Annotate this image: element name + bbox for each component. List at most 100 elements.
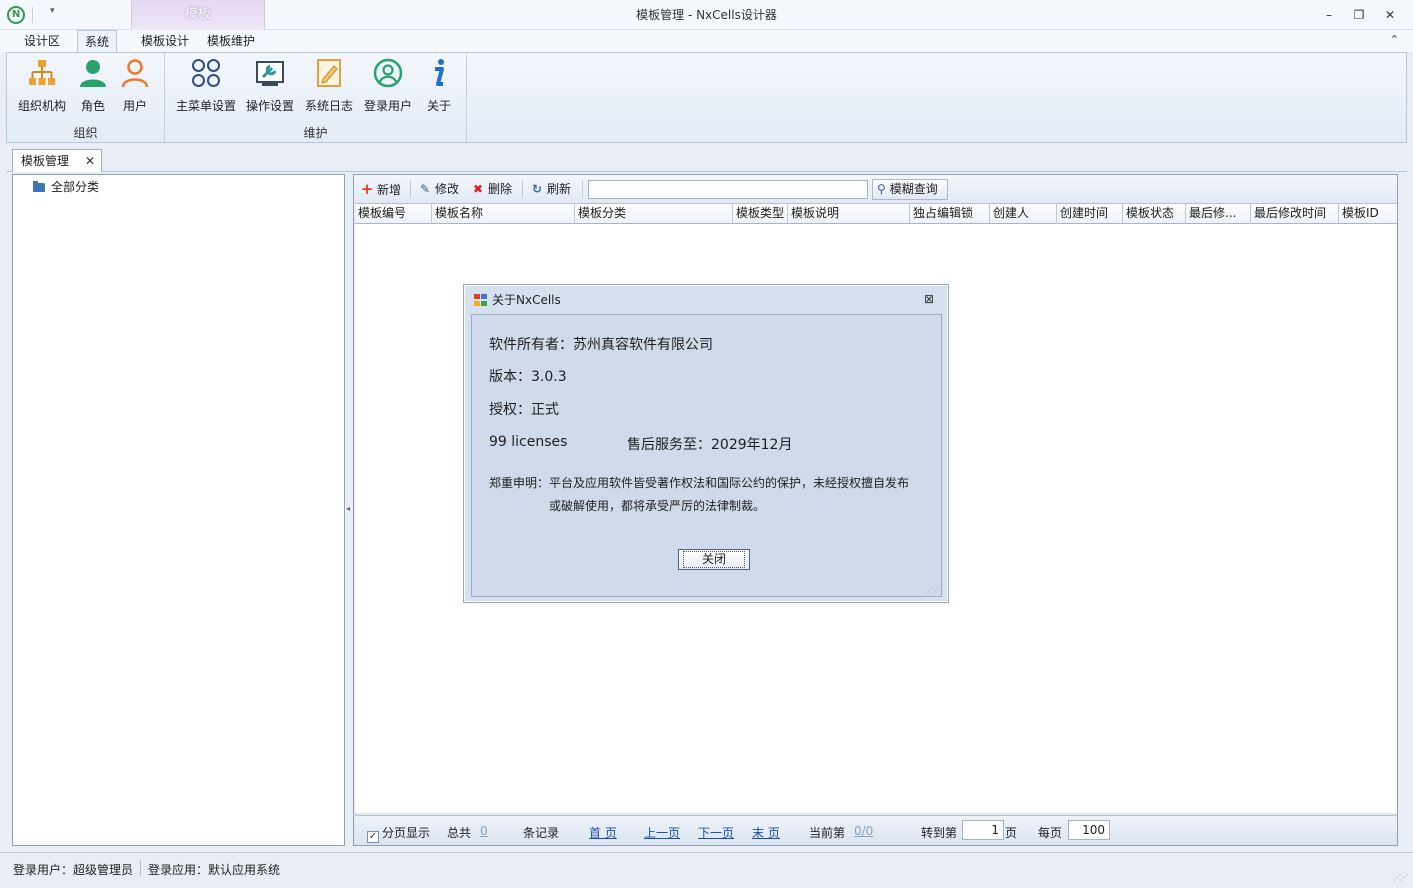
fuzzy-search-label: 模糊查询 (889, 182, 938, 196)
per-page-input[interactable]: 100 (1068, 820, 1110, 840)
last-page-link[interactable]: 末 页 (752, 824, 780, 841)
owner-text: 软件所有者：苏州真容软件有限公司 (489, 337, 713, 353)
about-dialog: 关于NxCells ⊠ 软件所有者：苏州真容软件有限公司 版本：3.0.3 授权… (463, 284, 949, 603)
delete-x-icon: ✖ (472, 182, 484, 196)
current-page-value: 0/0 (854, 824, 874, 838)
ribbon-button-label: 登录用户 (363, 99, 412, 113)
column-header[interactable]: 模板分类 (575, 204, 733, 224)
org-structure-button[interactable]: 组织机构 (13, 57, 71, 113)
restore-button[interactable]: ❐ (1348, 5, 1370, 25)
logged-in-users-button[interactable]: 登录用户 (362, 57, 414, 113)
paging-label: 分页显示 (382, 826, 431, 840)
toolbar-separator (522, 180, 523, 198)
doc-tab-template-management[interactable]: 模板管理 ✕ (12, 149, 102, 172)
column-header[interactable]: 模板名称 (432, 204, 575, 224)
system-log-icon (317, 59, 341, 87)
window-title: 模板管理 - NxCells设计器 (636, 8, 777, 22)
plus-icon: + (360, 180, 374, 198)
status-app: 登录应用：默认应用系统 (148, 863, 281, 877)
page-suffix: 页 (1005, 826, 1018, 840)
role-button[interactable]: 角色 (75, 57, 111, 113)
column-header[interactable]: 创建时间 (1057, 204, 1123, 224)
delete-label: 删除 (488, 182, 513, 196)
license-type-text: 授权：正式 (489, 402, 559, 418)
ribbon-tab-bar: 设计区 系统 模板设计 模板维护 ⌃ (0, 30, 1413, 53)
next-page-link[interactable]: 下一页 (698, 824, 734, 841)
search-input[interactable] (588, 180, 868, 199)
dialog-resize-grip-icon[interactable]: ⋰⋰ (925, 587, 939, 595)
ribbon-button-label: 组织机构 (17, 99, 66, 113)
ribbon-group-label: 组织 (73, 126, 98, 140)
edit-button[interactable]: ✎ 修改 (418, 180, 459, 198)
column-header[interactable]: 最后修... (1186, 204, 1251, 224)
splitter-arrow-icon[interactable]: ◂ (346, 504, 350, 513)
close-window-button[interactable]: ✕ (1379, 5, 1401, 25)
status-bar: 登录用户：超级管理员 登录应用：默认应用系统 ⋰⋰ (0, 852, 1413, 888)
main-menu-settings-button[interactable]: 主菜单设置 (173, 57, 239, 113)
tab-template-maintenance[interactable]: 模板维护 (200, 30, 262, 52)
pencil-icon: ✎ (419, 182, 431, 196)
column-header[interactable]: 创建人 (990, 204, 1057, 224)
tree-node-all-categories[interactable]: 全部分类 (33, 179, 99, 195)
close-button[interactable]: 关闭 (678, 549, 750, 570)
current-page-label: 当前第 (809, 826, 846, 840)
grid-header: 模板编号 模板名称 模板分类 模板类型 模板说明 独占编辑锁 创建人 创建时间 … (355, 204, 1397, 224)
ribbon-button-label: 系统日志 (304, 99, 353, 113)
column-header[interactable]: 模板说明 (788, 204, 910, 224)
refresh-label: 刷新 (547, 182, 572, 196)
refresh-icon: ↻ (531, 182, 543, 196)
add-button[interactable]: + 新增 (360, 180, 401, 198)
goto-page-label: 转到第 (921, 826, 958, 840)
edit-label: 修改 (435, 182, 460, 196)
service-expiry-text: 售后服务至：2029年12月 (627, 437, 793, 453)
per-page-label: 每页 (1038, 826, 1063, 840)
column-header[interactable]: 模板编号 (355, 204, 432, 224)
minimize-button[interactable]: – (1318, 5, 1340, 25)
column-header[interactable]: 模板ID (1339, 204, 1397, 224)
delete-button[interactable]: ✖ 删除 (471, 180, 512, 198)
column-header[interactable]: 模板状态 (1123, 204, 1186, 224)
column-header[interactable]: 模板类型 (733, 204, 788, 224)
fuzzy-search-button[interactable]: ⚲ 模糊查询 (872, 179, 948, 200)
menu-settings-icon (192, 59, 220, 87)
about-button[interactable]: 关于 (423, 57, 455, 113)
folder-icon (33, 181, 45, 192)
first-page-link[interactable]: 首 页 (589, 824, 617, 841)
refresh-button[interactable]: ↻ 刷新 (530, 180, 571, 198)
ribbon-group-maintenance: 主菜单设置 操作设置 系统日志 登录用户 关于 维护 (165, 53, 467, 142)
status-separator (140, 860, 141, 876)
column-header[interactable]: 最后修改时间 (1251, 204, 1339, 224)
tree-node-label: 全部分类 (51, 180, 100, 194)
version-text: 版本：3.0.3 (489, 369, 567, 385)
tab-design-area[interactable]: 设计区 (17, 30, 67, 52)
prev-page-link[interactable]: 上一页 (644, 824, 680, 841)
ribbon-button-label: 用户 (122, 99, 147, 113)
tab-template-design[interactable]: 模板设计 (134, 30, 196, 52)
tab-system[interactable]: 系统 (77, 30, 118, 53)
list-toolbar: + 新增 ✎ 修改 ✖ 删除 ↻ 刷新 ⚲ 模糊查询 (354, 175, 1397, 202)
dialog-close-icon[interactable]: ⊠ (924, 292, 934, 306)
checkbox-checked-icon[interactable]: ✓ (367, 831, 379, 843)
system-log-button[interactable]: 系统日志 (303, 57, 355, 113)
close-icon[interactable]: ✕ (85, 150, 95, 172)
column-header[interactable]: 独占编辑锁 (910, 204, 990, 224)
dialog-title: 关于NxCells (492, 293, 561, 307)
ribbon-button-label: 操作设置 (245, 99, 294, 113)
paging-toggle[interactable]: ✓ 分页显示 (367, 824, 430, 843)
search-icon: ⚲ (877, 182, 886, 196)
org-chart-icon (29, 60, 55, 85)
panel-splitter[interactable]: ◂ (346, 174, 352, 846)
add-label: 新增 (377, 183, 402, 197)
total-count: 0 (480, 824, 488, 838)
goto-page-input[interactable]: 1 (962, 820, 1004, 840)
ribbon-collapse-icon[interactable]: ⌃ (1390, 33, 1399, 46)
role-icon (80, 60, 106, 87)
user-button[interactable]: 用户 (117, 57, 153, 113)
document-tab-strip: 模板管理 ✕ (6, 146, 1407, 172)
ribbon-panel: 组织机构 角色 用户 组织 主菜单设置 操作设置 系统日志 登录用户 关于 维护 (6, 52, 1407, 143)
license-count-text: 99 licenses (489, 434, 568, 450)
operation-settings-button[interactable]: 操作设置 (245, 57, 295, 113)
info-icon (435, 59, 444, 86)
resize-grip-icon[interactable]: ⋰⋰ (1393, 873, 1408, 882)
ribbon-group-label: 维护 (303, 126, 328, 140)
